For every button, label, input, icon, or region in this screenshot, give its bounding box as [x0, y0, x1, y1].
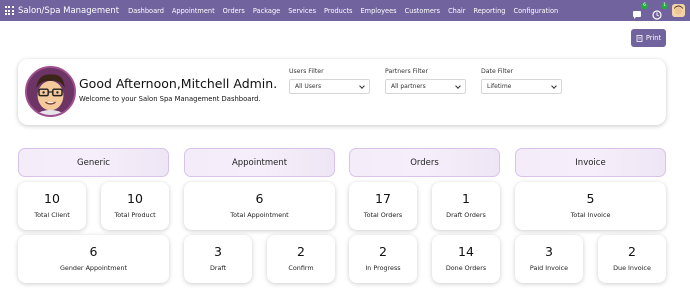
draft-appointment-card[interactable]: 3 Draft: [184, 235, 252, 283]
print-button[interactable]: Print: [631, 29, 666, 47]
total-product-value: 10: [127, 191, 143, 206]
done-orders-label: Done Orders: [445, 264, 487, 272]
due-invoice-card[interactable]: 2 Due Invoice: [598, 235, 666, 283]
date-filter-label: Date Filter: [481, 68, 514, 75]
section-orders: Orders: [349, 148, 500, 177]
total-appointment-card[interactable]: 6 Total Appointment: [184, 182, 335, 230]
users-filter: Users Filter All Users: [289, 68, 370, 94]
paid-invoice-card[interactable]: 3 Paid Invoice: [515, 235, 583, 283]
total-orders-card[interactable]: 17 Total Orders: [349, 182, 417, 230]
menu-package[interactable]: Package: [253, 7, 280, 15]
menu-orders[interactable]: Orders: [223, 7, 245, 15]
draft-orders-card[interactable]: 1 Draft Orders: [432, 182, 500, 230]
print-icon: [636, 34, 643, 42]
due-invoice-value: 2: [628, 244, 636, 259]
gender-appointment-label: Gender Appointment: [59, 264, 128, 272]
gender-appointment-value: 6: [89, 244, 98, 259]
total-invoice-card[interactable]: 5 Total Invoice: [515, 182, 666, 230]
partners-filter-select[interactable]: All partners: [385, 79, 466, 94]
welcome-card: Good Afternoon,Mitchell Admin. Welcome t…: [18, 59, 666, 125]
in-progress-label: In Progress: [365, 264, 401, 272]
welcome-subtitle: Welcome to your Salon Spa Management Das…: [79, 95, 261, 103]
total-client-label: Total Client: [34, 211, 70, 219]
users-filter-label: Users Filter: [289, 68, 324, 75]
confirm-appointment-card[interactable]: 2 Confirm: [267, 235, 335, 283]
total-invoice-value: 5: [586, 191, 595, 206]
draft-appointment-label: Draft: [209, 264, 227, 272]
chevron-down-icon: [551, 82, 557, 89]
clock-icon[interactable]: 1: [652, 2, 668, 20]
users-filter-value: All Users: [295, 83, 322, 90]
activity-badge: 1: [661, 2, 668, 9]
total-client-value: 10: [44, 191, 60, 206]
menu-dashboard[interactable]: Dashboard: [128, 7, 164, 15]
menu-configuration[interactable]: Configuration: [514, 7, 559, 15]
draft-appointment-value: 3: [214, 244, 222, 259]
menu-reporting[interactable]: Reporting: [473, 7, 505, 15]
menu-chair[interactable]: Chair: [448, 7, 465, 15]
admin-avatar: [25, 66, 76, 117]
chat-badge: 6: [641, 2, 648, 9]
section-invoice: Invoice: [515, 148, 666, 177]
due-invoice-label: Due Invoice: [613, 264, 651, 272]
paid-invoice-value: 3: [545, 244, 553, 259]
confirm-appointment-label: Confirm: [288, 264, 314, 272]
done-orders-value: 14: [458, 244, 474, 259]
menu-appointment[interactable]: Appointment: [172, 7, 215, 15]
date-filter-value: Lifetime: [487, 83, 512, 90]
total-appointment-value: 6: [255, 191, 264, 206]
total-client-card[interactable]: 10 Total Client: [18, 182, 86, 230]
section-generic: Generic: [18, 148, 169, 177]
section-appointment: Appointment: [184, 148, 335, 177]
draft-orders-value: 1: [462, 191, 470, 206]
total-invoice-label: Total Invoice: [570, 211, 611, 219]
partners-filter: Partners Filter All partners: [385, 68, 466, 94]
menu-customers[interactable]: Customers: [405, 7, 440, 15]
total-orders-label: Total Orders: [363, 211, 403, 219]
greeting-text: Good Afternoon,Mitchell Admin.: [79, 76, 278, 91]
app-brand[interactable]: Salon/Spa Management: [18, 6, 119, 16]
partners-filter-value: All partners: [391, 83, 426, 90]
menu-services[interactable]: Services: [288, 7, 316, 15]
chevron-down-icon: [359, 82, 365, 89]
total-product-label: Total Product: [114, 211, 156, 219]
menu-products[interactable]: Products: [324, 7, 352, 15]
gender-appointment-card[interactable]: 6 Gender Appointment: [18, 235, 169, 283]
users-filter-select[interactable]: All Users: [289, 79, 370, 94]
confirm-appointment-value: 2: [297, 244, 305, 259]
date-filter-select[interactable]: Lifetime: [481, 79, 562, 94]
total-appointment-label: Total Appointment: [230, 211, 289, 219]
in-progress-card[interactable]: 2 In Progress: [349, 235, 417, 283]
user-avatar[interactable]: [672, 4, 685, 17]
draft-orders-label: Draft Orders: [446, 211, 486, 219]
partners-filter-label: Partners Filter: [385, 68, 428, 75]
paid-invoice-label: Paid Invoice: [529, 264, 569, 272]
top-navbar: Salon/Spa Management Dashboard Appointme…: [0, 0, 690, 21]
total-orders-value: 17: [375, 191, 391, 206]
date-filter: Date Filter Lifetime: [481, 68, 562, 94]
menu-employees[interactable]: Employees: [361, 7, 397, 15]
total-product-card[interactable]: 10 Total Product: [101, 182, 169, 230]
in-progress-value: 2: [379, 244, 387, 259]
chevron-down-icon: [455, 82, 461, 89]
done-orders-card[interactable]: 14 Done Orders: [432, 235, 500, 283]
chat-icon[interactable]: 6: [632, 2, 648, 19]
apps-menu-icon[interactable]: [0, 0, 18, 21]
print-label: Print: [645, 34, 662, 42]
